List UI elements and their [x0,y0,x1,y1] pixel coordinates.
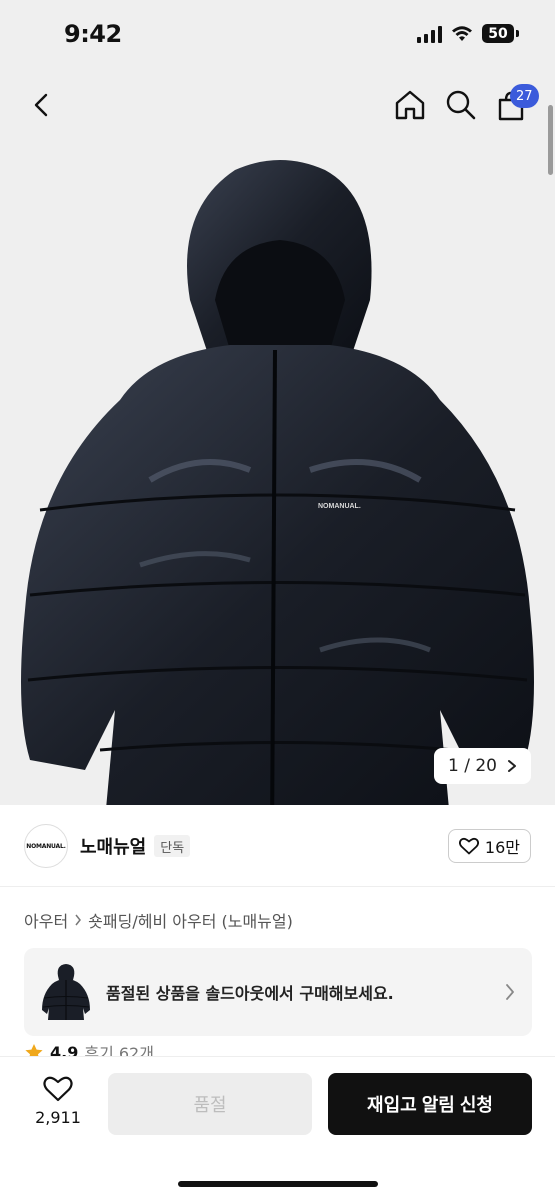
image-counter[interactable]: 1 / 20 [433,748,531,784]
heart-icon [458,837,479,855]
brand-like-count: 16만 [484,838,520,857]
search-icon [446,90,476,120]
soldout-product-thumbnail [42,964,90,1020]
back-arrow-icon [34,93,48,117]
restock-alert-button[interactable]: 재입고 알림 신청 [328,1073,532,1135]
divider [0,886,555,887]
search-button[interactable] [444,88,478,122]
scroll-indicator [548,105,553,175]
wishlist-button[interactable]: 2,911 [30,1075,86,1127]
battery-level: 50 [482,24,514,43]
bottom-action-bar: 2,911 품절 재입고 알림 신청 [0,1056,555,1200]
heart-icon [43,1076,73,1102]
product-image: NOMANUAL. [21,160,534,805]
breadcrumb: 아우터 숏패딩/헤비 아우터 (노매뉴얼) [24,908,293,932]
product-image-gallery[interactable]: NOMANUAL. 27 1 / 20 [0,70,555,805]
exclusive-badge: 단독 [154,835,191,857]
soldout-banner-text: 품절된 상품을 솔드아웃에서 구매해보세요. [106,984,394,1003]
soldout-marketplace-banner[interactable]: 품절된 상품을 솔드아웃에서 구매해보세요. [24,948,532,1036]
cart-count-badge: 27 [510,84,539,108]
breadcrumb-subcategory[interactable]: 숏패딩/헤비 아우터 (노매뉴얼) [88,908,293,932]
battery-icon: 50 [482,24,519,43]
brand-logo[interactable]: NOMANUAL. [24,824,68,868]
brand-logo-text: NOMANUAL. [26,842,66,850]
wifi-icon [452,25,472,41]
brand-like-button[interactable]: 16만 [447,829,531,863]
back-button[interactable] [26,90,56,120]
image-counter-text: 1 / 20 [447,756,497,776]
status-time: 9:42 [64,20,122,48]
jacket-logo: NOMANUAL. [318,503,361,510]
status-bar: 9:42 50 [0,0,555,70]
home-button[interactable] [393,88,427,122]
soldout-button: 품절 [108,1073,312,1135]
chevron-right-icon [506,984,514,1000]
signal-icon [417,25,442,43]
home-indicator [178,1181,378,1187]
brand-name[interactable]: 노매뉴얼 [80,833,146,859]
home-icon [395,90,425,120]
wishlist-count: 2,911 [35,1108,81,1127]
breadcrumb-category[interactable]: 아우터 [24,908,68,932]
status-icons: 50 [417,24,519,43]
brand-row: NOMANUAL. 노매뉴얼 단독 16만 [24,822,531,870]
chevron-right-icon [508,760,516,772]
chevron-right-icon [75,914,82,926]
